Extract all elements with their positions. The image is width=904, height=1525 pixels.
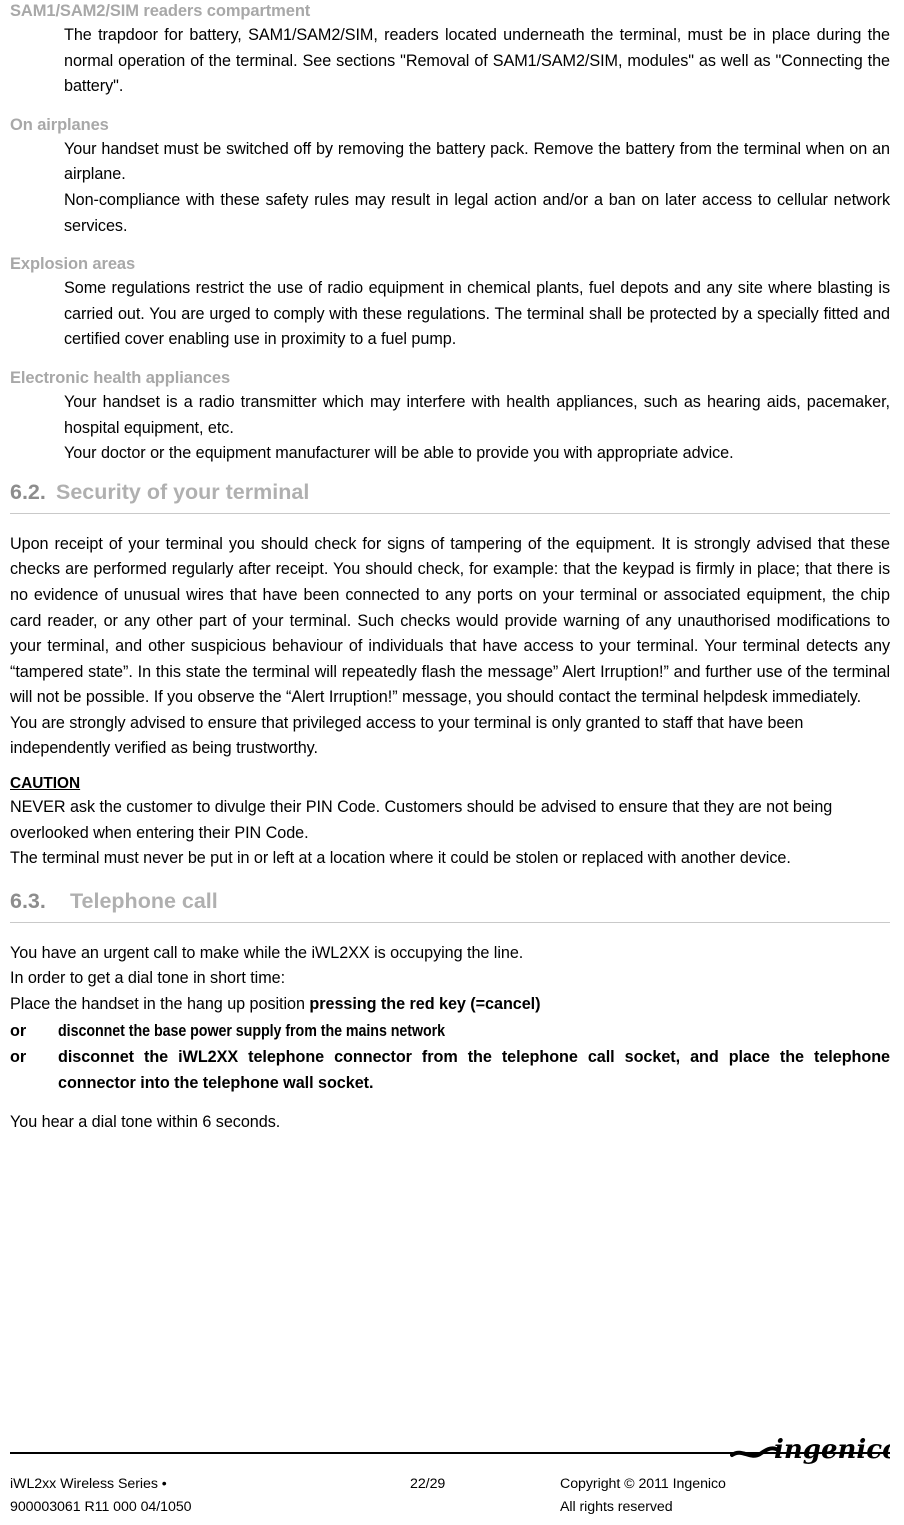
place-handset-text: Place the handset in the hang up positio… <box>10 995 310 1014</box>
section-explosion-areas: Explosion areas Some regulations restric… <box>10 253 890 353</box>
paragraph: You hear a dial tone within 6 seconds. <box>10 1112 281 1131</box>
paragraph: NEVER ask the customer to divulge their … <box>10 798 833 842</box>
section-6-3-number: 6.3. <box>10 888 46 913</box>
caution-label: CAUTION <box>10 775 81 793</box>
section-sam-readers: SAM1/SAM2/SIM readers compartment The tr… <box>10 0 890 100</box>
footer-page-number: 22/29 <box>410 1476 446 1492</box>
sam-readers-body: The trapdoor for battery, SAM1/SAM2/SIM,… <box>64 23 890 100</box>
paragraph: The trapdoor for battery, SAM1/SAM2/SIM,… <box>64 26 890 96</box>
section-6-3-title: Telephone call <box>70 888 218 913</box>
or-option-1-line: or disconnet the base power supply from … <box>10 1018 890 1044</box>
section-6-2-title: Security of your terminal <box>56 479 310 504</box>
section-6-2: 6.2. Security of your terminal Upon rece… <box>10 477 890 872</box>
section-electronic-health: Electronic health appliances Your handse… <box>10 367 890 467</box>
footer-columns: iWL2xx Wireless Series • 900003061 R11 0… <box>10 1468 890 1519</box>
paragraph: You have an urgent call to make while th… <box>10 943 524 962</box>
section-6-3-intro: You have an urgent call to make while th… <box>10 941 890 1018</box>
electronic-health-body: Your handset is a radio transmitter whic… <box>64 390 890 467</box>
section-6-2-body: Upon receipt of your terminal you should… <box>10 532 890 762</box>
or-option-1-text: disconnet the base power supply from the… <box>58 1021 446 1040</box>
footer-product: iWL2xx Wireless Series • <box>10 1476 167 1492</box>
footer-logo-row: ingenico <box>10 1422 890 1468</box>
paragraph: The terminal must never be put in or lef… <box>10 849 791 868</box>
place-handset-line: Place the handset in the hang up positio… <box>10 992 890 1018</box>
footer-left-column: iWL2xx Wireless Series • 900003061 R11 0… <box>10 1473 410 1519</box>
section-6-3-closing: You hear a dial tone within 6 seconds. <box>10 1110 890 1136</box>
subheading-electronic-health: Electronic health appliances <box>10 368 231 387</box>
subheading-sam-readers: SAM1/SAM2/SIM readers compartment <box>10 2 311 20</box>
ingenico-logo-icon: ingenico <box>730 1435 890 1465</box>
ingenico-logo-text: ingenico <box>774 1435 890 1465</box>
or-option-2-line: or disconnet the iWL2XX telephone connec… <box>10 1044 890 1096</box>
footer-right-column: Copyright © 2011 Ingenico All rights res… <box>560 1473 890 1519</box>
paragraph: Some regulations restrict the use of rad… <box>64 279 890 349</box>
section-6-2-number: 6.2. <box>10 479 46 504</box>
subheading-on-airplanes: On airplanes <box>10 115 109 134</box>
paragraph: Your doctor or the equipment manufacture… <box>64 444 734 463</box>
footer-rights: All rights reserved <box>560 1499 673 1515</box>
subheading-explosion-areas: Explosion areas <box>10 255 136 274</box>
section-6-2-heading: 6.2. Security of your terminal <box>10 477 890 507</box>
or-option-2-text: disconnet the iWL2XX telephone connector… <box>58 1047 890 1092</box>
section-6-3-heading: 6.3. Telephone call <box>10 886 890 916</box>
paragraph: Upon receipt of your terminal you should… <box>10 534 890 707</box>
section-6-3: 6.3. Telephone call You have an urgent c… <box>10 886 890 1135</box>
paragraph: Your handset must be switched off by rem… <box>64 139 890 184</box>
paragraph: Your handset is a radio transmitter whic… <box>64 392 890 437</box>
footer-reference: 900003061 R11 000 04/1050 <box>10 1499 192 1515</box>
place-handset-emphasis: pressing the red key (=cancel) <box>309 995 541 1014</box>
paragraph: You are strongly advised to ensure that … <box>10 713 804 758</box>
paragraph: Non-compliance with these safety rules m… <box>64 190 890 235</box>
explosion-areas-body: Some regulations restrict the use of rad… <box>64 276 890 353</box>
on-airplanes-body: Your handset must be switched off by rem… <box>64 137 890 239</box>
paragraph: In order to get a dial tone in short tim… <box>10 969 286 988</box>
footer-copyright: Copyright © 2011 Ingenico <box>560 1476 726 1492</box>
caution-body: NEVER ask the customer to divulge their … <box>10 795 890 872</box>
or-label: or <box>10 1021 27 1040</box>
document-page: SAM1/SAM2/SIM readers compartment The tr… <box>0 0 904 1525</box>
section-on-airplanes: On airplanes Your handset must be switch… <box>10 114 890 239</box>
or-label: or <box>10 1047 27 1066</box>
page-footer: ingenico iWL2xx Wireless Series • 900003… <box>10 1422 890 1519</box>
